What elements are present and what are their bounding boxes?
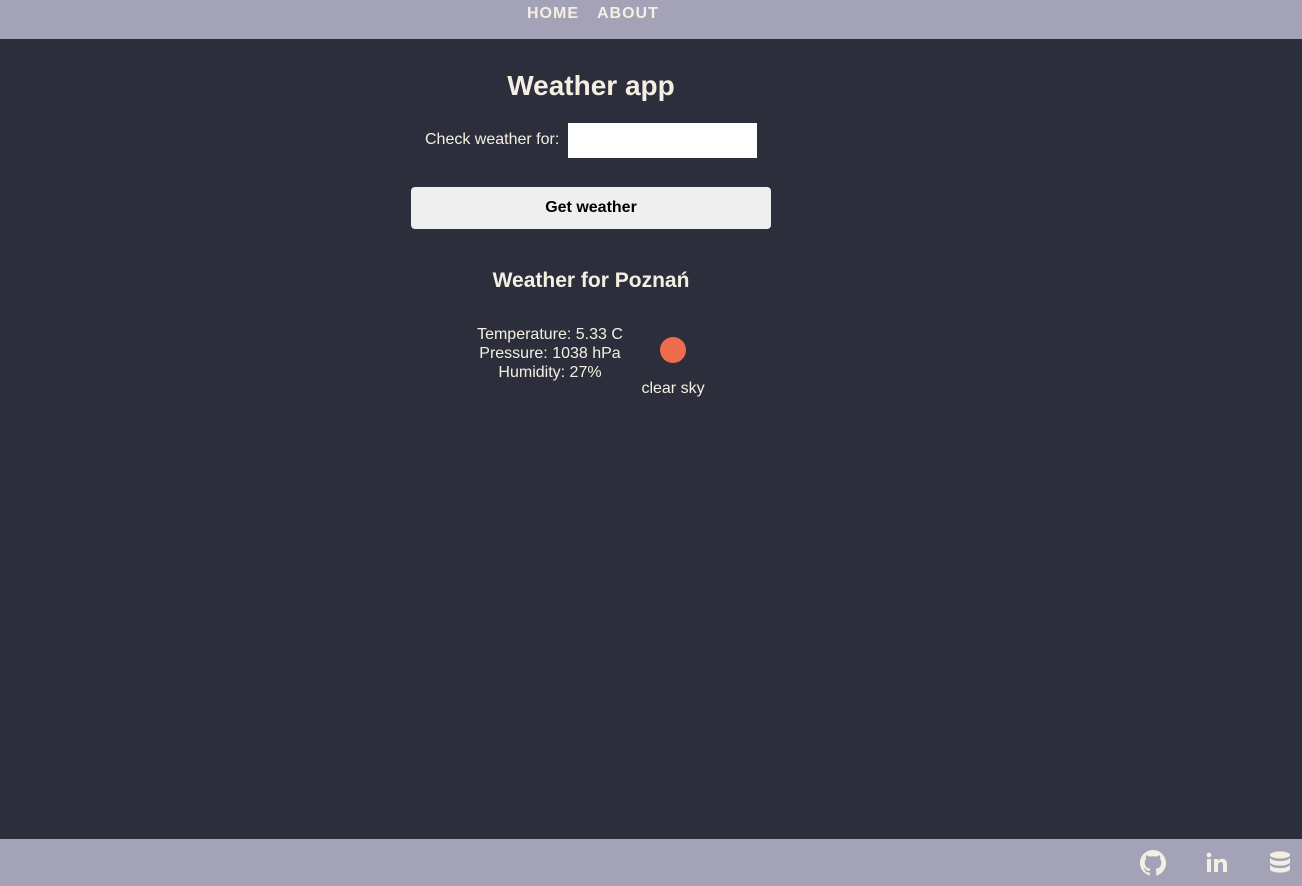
footer-bar xyxy=(0,839,1302,886)
city-input[interactable] xyxy=(568,123,757,158)
weather-stats: Temperature: 5.33 C Pressure: 1038 hPa H… xyxy=(470,325,630,382)
page-title: Weather app xyxy=(507,70,675,101)
weather-result-heading: Weather for Poznań xyxy=(492,269,690,292)
sun-icon xyxy=(660,337,686,363)
pressure-text: Pressure: 1038 hPa xyxy=(479,345,621,362)
top-nav-bar: HOME ABOUT xyxy=(0,0,1302,39)
linkedin-icon[interactable] xyxy=(1204,850,1230,876)
temperature-text: Temperature: 5.33 C xyxy=(477,326,623,343)
city-input-label: Check weather for: xyxy=(425,131,560,148)
github-icon[interactable] xyxy=(1140,850,1166,876)
nav-home-link[interactable]: HOME xyxy=(527,4,579,24)
humidity-text: Humidity: 27% xyxy=(498,364,602,381)
database-icon[interactable] xyxy=(1267,850,1293,876)
weather-description: clear sky xyxy=(641,380,705,397)
get-weather-button[interactable]: Get weather xyxy=(411,187,771,229)
nav-about-link[interactable]: ABOUT xyxy=(597,4,659,24)
